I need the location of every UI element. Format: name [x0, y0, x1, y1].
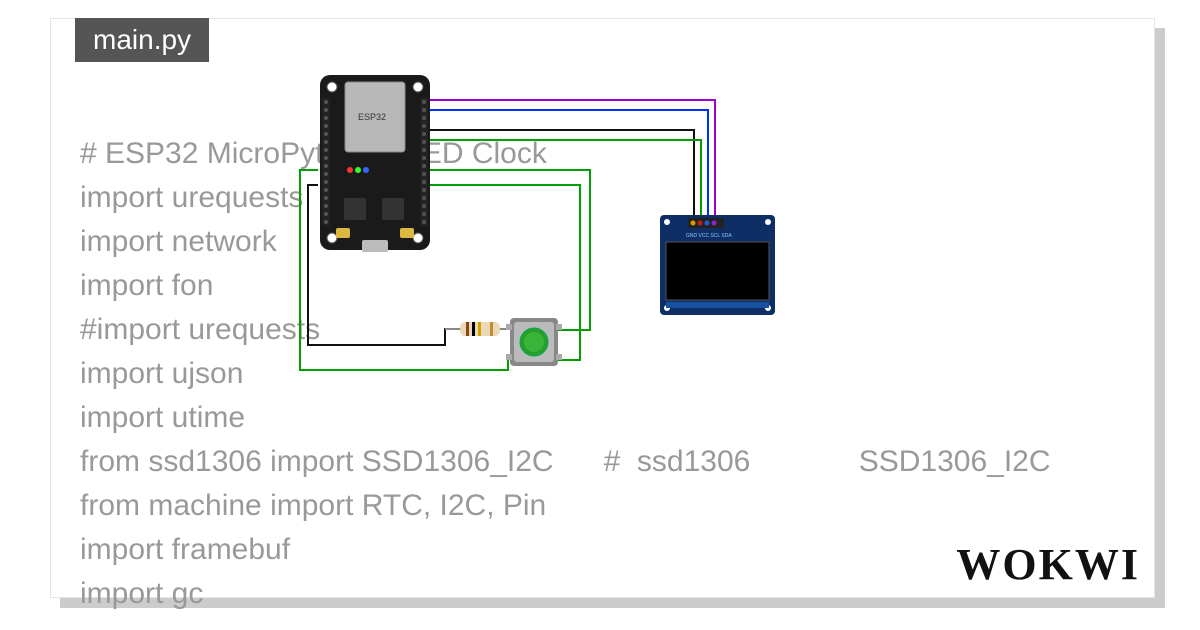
code-line: import ujson	[80, 357, 243, 390]
wire-scl	[428, 110, 708, 220]
code-line: import utime	[80, 401, 245, 434]
code-line: import urequests	[80, 181, 303, 214]
code-line: from ssd1306 import SSD1306_I2C # ssd130…	[80, 445, 1051, 478]
resistor[interactable]	[445, 322, 508, 336]
oled-display[interactable]: GND VCC SCL SDA	[660, 215, 775, 315]
oled-pin-labels: GND VCC SCL SDA	[686, 233, 732, 239]
code-line: import gc	[80, 577, 203, 610]
wire-vcc-oled	[428, 140, 701, 220]
wire-sda	[428, 100, 715, 220]
esp32-board[interactable]: ESP32	[320, 75, 430, 252]
code-line: from machine import RTC, I2C, Pin	[80, 489, 546, 522]
file-tab-label: main.py	[93, 24, 191, 55]
code-line: import network	[80, 225, 277, 258]
wire-gnd-oled	[428, 130, 694, 220]
wire-btn-1	[428, 170, 590, 330]
wokwi-logo: WOKWI	[956, 539, 1140, 590]
code-line: import fon	[80, 269, 213, 302]
logo-text: WOKWI	[956, 540, 1140, 589]
circuit-diagram[interactable]: ESP32	[280, 70, 840, 410]
code-line: import framebuf	[80, 533, 290, 566]
file-tab[interactable]: main.py	[75, 18, 209, 62]
pushbutton[interactable]	[506, 318, 562, 366]
esp32-label: ESP32	[358, 112, 386, 122]
